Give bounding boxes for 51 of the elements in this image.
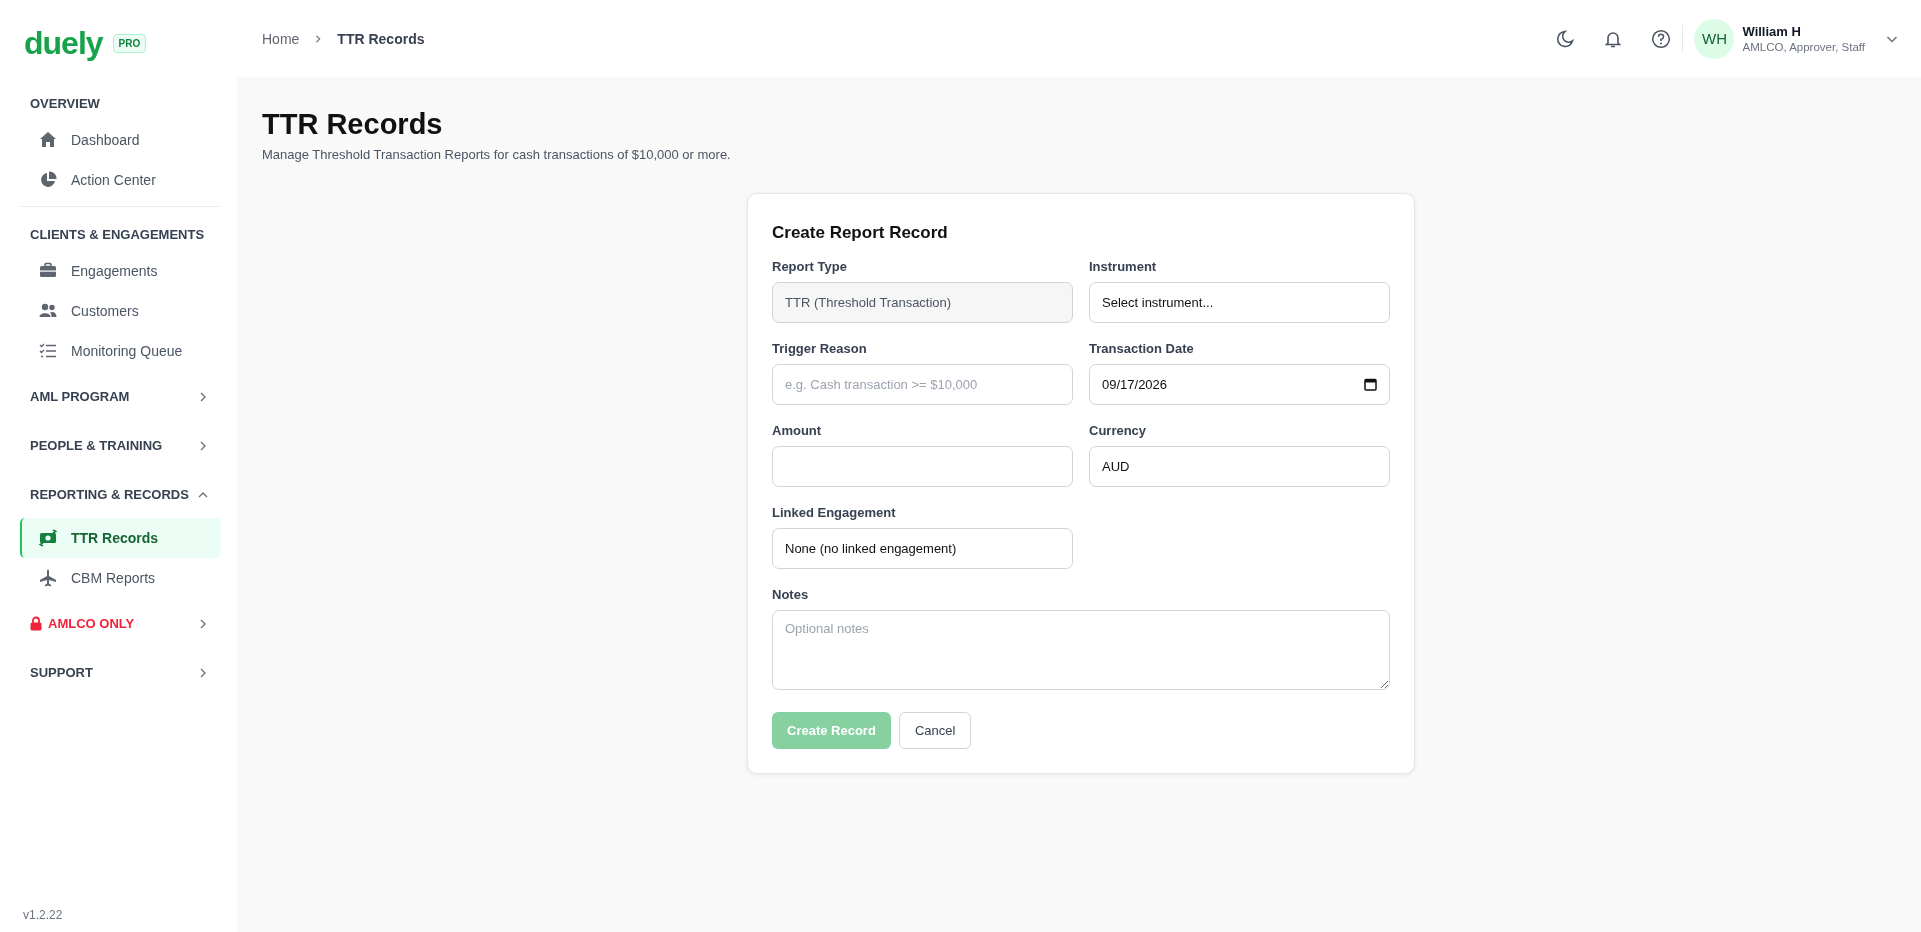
field-label: Amount [772, 423, 823, 438]
moon-icon[interactable] [1555, 28, 1576, 49]
lock-icon [30, 616, 42, 631]
field-label: Notes [772, 587, 810, 602]
field-label: Linked Engagement [772, 505, 897, 520]
nav-item[interactable]: TTR Records [20, 518, 221, 558]
field-label: Report Type [772, 259, 848, 274]
pie-chart-icon [39, 171, 57, 189]
section-heading: CLIENTS & ENGAGEMENTS [29, 226, 206, 244]
user-menu[interactable]: WH William H AMLCO, Approver, Staff [1694, 18, 1899, 59]
page-subtitle: Manage Threshold Transaction Reports for cash transactions of $10,000 or more. [262, 147, 732, 162]
checklist-icon [39, 342, 57, 360]
section-heading: OVERVIEW [29, 95, 101, 113]
help-icon[interactable] [1651, 28, 1672, 49]
date-field[interactable]: 09/17/2026 [1089, 364, 1390, 405]
field-label: Transaction Date [1089, 341, 1195, 356]
airplane-icon [39, 569, 57, 587]
field-label: Currency [1089, 423, 1148, 438]
field-label: Trigger Reason [772, 341, 868, 356]
field-label: Instrument [1089, 259, 1158, 274]
cancel-button[interactable]: Cancel [898, 712, 972, 749]
notes-field[interactable]: Optional notes [772, 610, 1390, 690]
nav-item[interactable]: Dashboard [20, 120, 221, 160]
nav-item[interactable]: Action Center [20, 160, 221, 200]
version-label: v1.2.22 [22, 908, 64, 924]
section-toggle[interactable]: AMLCO ONLY [20, 600, 221, 647]
input-field[interactable]: TTR (Threshold Transaction) [772, 282, 1073, 323]
avatar: WH [1694, 18, 1735, 59]
nav-item[interactable]: CBM Reports [20, 558, 221, 598]
plan-badge: PRO [112, 33, 147, 53]
section-toggle[interactable]: REPORTING & RECORDS [20, 471, 221, 518]
section-toggle[interactable]: AML PROGRAM [20, 373, 221, 420]
section-toggle[interactable]: PEOPLE & TRAINING [20, 422, 221, 469]
select-field[interactable]: Select instrument... [1089, 282, 1390, 323]
nav-item[interactable]: Customers [20, 291, 221, 331]
card-title: Create Report Record [772, 223, 949, 243]
select-field[interactable]: None (no linked engagement) [772, 528, 1073, 569]
banknote-icon [39, 529, 57, 547]
home-icon [39, 131, 57, 149]
nav-item[interactable]: Monitoring Queue [20, 331, 221, 371]
breadcrumb-link[interactable]: TTR Records [337, 30, 425, 47]
section-toggle[interactable]: SUPPORT [20, 649, 221, 696]
nav-item[interactable]: Engagements [20, 251, 221, 291]
briefcase-icon [39, 262, 57, 280]
page-title: TTR Records [262, 108, 444, 141]
breadcrumb-link[interactable]: Home [262, 30, 300, 47]
input-field[interactable]: e.g. Cash transaction >= $10,000 [772, 364, 1073, 405]
input-field[interactable] [772, 446, 1073, 487]
calendar-icon [1364, 378, 1377, 391]
select-field[interactable]: AUD [1089, 446, 1390, 487]
people-icon [39, 302, 57, 320]
